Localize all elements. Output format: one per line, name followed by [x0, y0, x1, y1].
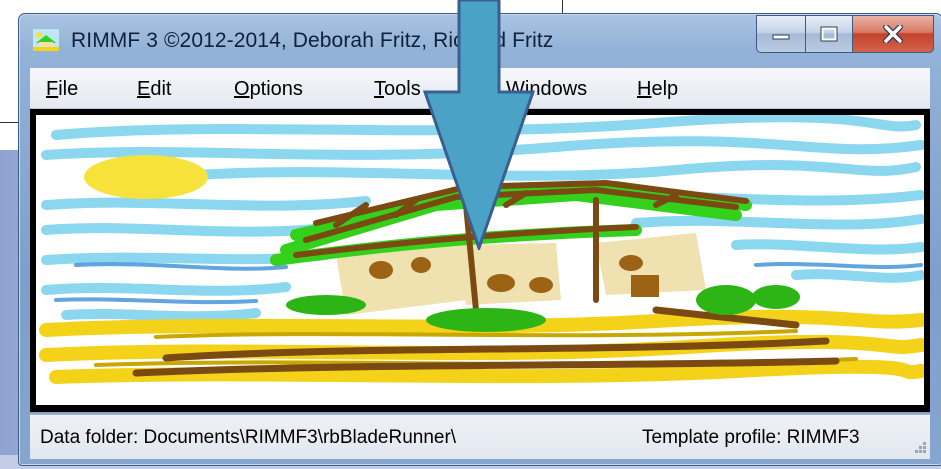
menu-help-mnemonic: H [637, 78, 652, 100]
minimize-icon [772, 34, 790, 40]
caption-buttons [756, 15, 934, 53]
down-arrow-icon [423, 0, 535, 250]
menu-edit-mnemonic: E [137, 78, 151, 100]
menu-options-mnemonic: O [234, 78, 250, 100]
menu-file[interactable]: File [46, 78, 78, 101]
menu-file-label: ile [58, 78, 79, 100]
menu-help[interactable]: Help [637, 78, 678, 101]
menu-tools-label: ools [384, 78, 421, 100]
menu-help-label: elp [651, 78, 679, 100]
close-button[interactable] [853, 15, 934, 53]
menu-options-label: ptions [249, 78, 303, 100]
maximize-icon [820, 26, 838, 42]
minimize-button[interactable] [756, 15, 806, 53]
menu-edit-label: dit [150, 78, 172, 100]
status-bar: Data folder: Documents\RIMMF3\rbBladeRun… [30, 414, 930, 459]
sun [84, 155, 208, 199]
menu-edit[interactable]: Edit [137, 78, 171, 101]
maximize-button[interactable] [806, 15, 853, 53]
status-data-folder: Data folder: Documents\RIMMF3\rbBladeRun… [40, 427, 457, 448]
menu-file-mnemonic: F [46, 78, 59, 100]
close-icon [883, 25, 903, 43]
status-template-profile: Template profile: RIMMF3 [642, 427, 860, 448]
menu-tools[interactable]: Tools [374, 78, 421, 101]
app-icon[interactable] [33, 29, 59, 51]
menu-options[interactable]: Options [234, 78, 303, 101]
menu-tools-mnemonic: T [374, 78, 384, 100]
resize-grip-icon[interactable] [910, 439, 928, 457]
